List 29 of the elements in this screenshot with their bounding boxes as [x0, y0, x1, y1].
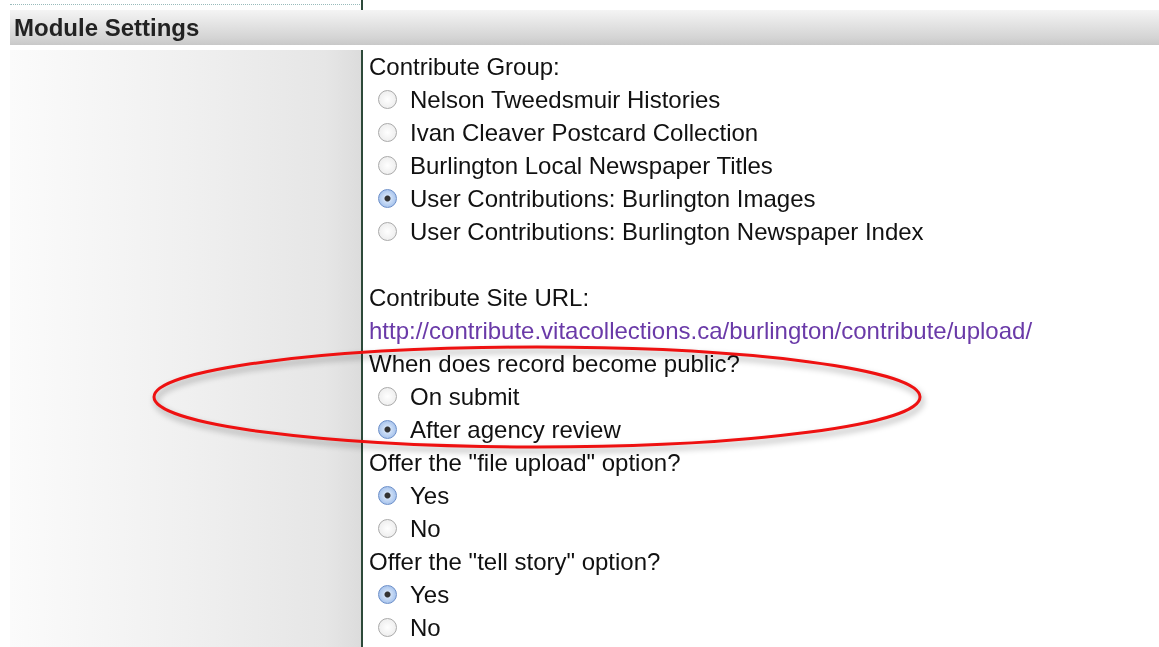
option-label[interactable]: Yes — [410, 479, 450, 512]
radio-button[interactable] — [378, 420, 397, 439]
field-label: When does record become public? — [369, 349, 741, 379]
radio-button[interactable] — [378, 156, 397, 175]
field-label: Contribute Group: — [369, 52, 561, 82]
option-label[interactable]: User Contributions: Burlington Newspaper Index — [410, 215, 924, 248]
option-label[interactable]: On submit — [410, 380, 520, 413]
radio-button[interactable] — [378, 618, 397, 637]
option-label[interactable]: No — [410, 611, 441, 644]
radio-button[interactable] — [378, 90, 397, 109]
option-label[interactable]: No — [410, 512, 441, 545]
field-label: Offer the "file upload" option? — [369, 448, 682, 478]
option-label[interactable]: After agency review — [410, 413, 621, 446]
radio-button[interactable] — [378, 189, 397, 208]
panel-title: Module Settings — [13, 13, 200, 42]
radio-button[interactable] — [378, 222, 397, 241]
radio-button[interactable] — [378, 585, 397, 604]
radio-button[interactable] — [378, 123, 397, 142]
field-label: Offer the "tell story" option? — [369, 547, 662, 577]
radio-button[interactable] — [378, 519, 397, 538]
field-label: Contribute Site URL: — [369, 283, 591, 313]
site-url-link[interactable]: http://contribute.vitacollections.ca/burlington/contribute/upload/ — [369, 314, 1159, 347]
radio-button[interactable] — [378, 486, 397, 505]
option-label[interactable]: Burlington Local Newspaper Titles — [410, 149, 773, 182]
radio-button[interactable] — [378, 387, 397, 406]
option-label[interactable]: Nelson Tweedsmuir Histories — [410, 83, 721, 116]
option-label[interactable]: Yes — [410, 578, 450, 611]
option-label[interactable]: Ivan Cleaver Postcard Collection — [410, 116, 759, 149]
option-label[interactable]: User Contributions: Burlington Images — [410, 182, 816, 215]
